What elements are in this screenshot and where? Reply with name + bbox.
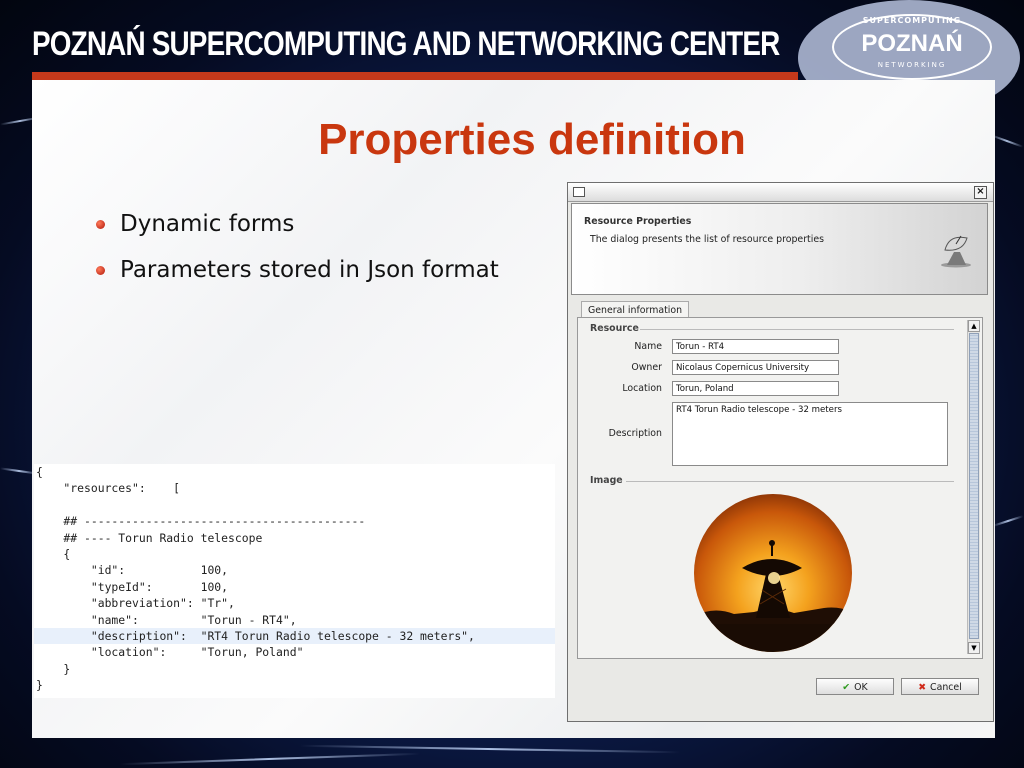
scroll-down-arrow-icon[interactable]: ▼ xyxy=(968,642,980,654)
background-streak xyxy=(120,752,420,766)
name-label: Name xyxy=(634,341,662,352)
logo-main-text: POZNAŃ xyxy=(861,30,963,57)
vertical-scrollbar[interactable]: ▲ ▼ xyxy=(967,320,980,654)
code-line: "resources": [ xyxy=(36,481,181,496)
window-menu-icon[interactable] xyxy=(573,187,585,197)
dialog-header: Resource Properties The dialog presents … xyxy=(571,203,988,295)
bullet-icon xyxy=(96,220,105,229)
json-code-block: { "resources": [ ## --------------------… xyxy=(34,464,555,698)
bullet-icon xyxy=(96,266,105,275)
description-field[interactable]: RT4 Torun Radio telescope - 32 meters xyxy=(672,402,948,466)
dialog-header-title: Resource Properties xyxy=(584,216,692,227)
section-resource-label: Resource xyxy=(590,323,639,334)
code-line: ## -------------------------------------… xyxy=(36,514,366,529)
code-line: "id": 100, xyxy=(36,563,229,578)
section-divider xyxy=(640,329,954,330)
code-line: "abbreviation": "Tr", xyxy=(36,596,235,611)
close-button[interactable]: × xyxy=(974,186,987,199)
location-field[interactable]: Torun, Poland xyxy=(672,381,839,396)
telescope-image xyxy=(694,494,852,652)
location-label: Location xyxy=(622,383,662,394)
dialog-titlebar[interactable]: × xyxy=(568,183,993,202)
ok-button[interactable]: ✔ OK xyxy=(816,678,894,695)
name-field[interactable]: Torun - RT4 xyxy=(672,339,839,354)
general-information-panel: Resource Name Torun - RT4 Owner Nicolaus… xyxy=(577,317,983,659)
section-image-label: Image xyxy=(590,475,623,486)
bullet-list: Dynamic forms Parameters stored in Json … xyxy=(94,204,514,296)
logo-bottom-text: NETWORKING xyxy=(877,61,947,69)
code-line: { xyxy=(36,465,43,479)
cancel-button[interactable]: ✖ Cancel xyxy=(901,678,979,695)
description-label: Description xyxy=(608,428,662,439)
background-streak xyxy=(992,515,1024,527)
code-line: "location": "Torun, Poland" xyxy=(36,645,304,660)
scrollbar-thumb[interactable] xyxy=(969,333,979,639)
banner-title: POZNAŃ SUPERCOMPUTING AND NETWORKING CEN… xyxy=(32,25,780,63)
code-line: ## ---- Torun Radio telescope xyxy=(36,530,263,545)
bullet-item: Parameters stored in Json format xyxy=(94,250,514,290)
code-line: "name": "Torun - RT4", xyxy=(36,612,297,627)
owner-field[interactable]: Nicolaus Copernicus University xyxy=(672,360,839,375)
radio-telescope-icon xyxy=(941,235,971,268)
checkmark-icon: ✔ xyxy=(842,682,851,693)
section-divider xyxy=(626,481,954,482)
scroll-up-arrow-icon[interactable]: ▲ xyxy=(968,320,980,332)
dialog-header-description: The dialog presents the list of resource… xyxy=(590,234,824,245)
code-line-highlighted: "description": "RT4 Torun Radio telescop… xyxy=(34,627,555,645)
poznan-logo: SUPERCOMPUTING POZNAŃ NETWORKING xyxy=(832,14,992,80)
background-streak xyxy=(300,744,680,754)
code-line: } xyxy=(36,678,43,693)
code-line: "typeId": 100, xyxy=(36,579,229,594)
telescope-sunset-picture xyxy=(694,494,852,652)
code-line: } xyxy=(36,661,71,676)
owner-label: Owner xyxy=(631,362,662,373)
cancel-x-icon: ✖ xyxy=(918,682,927,693)
resource-properties-dialog: × Resource Properties The dialog present… xyxy=(567,182,994,722)
bullet-item: Dynamic forms xyxy=(94,204,514,244)
code-line: { xyxy=(36,546,71,561)
slide-title: Properties definition xyxy=(318,115,746,164)
logo-top-text: SUPERCOMPUTING xyxy=(862,16,962,25)
